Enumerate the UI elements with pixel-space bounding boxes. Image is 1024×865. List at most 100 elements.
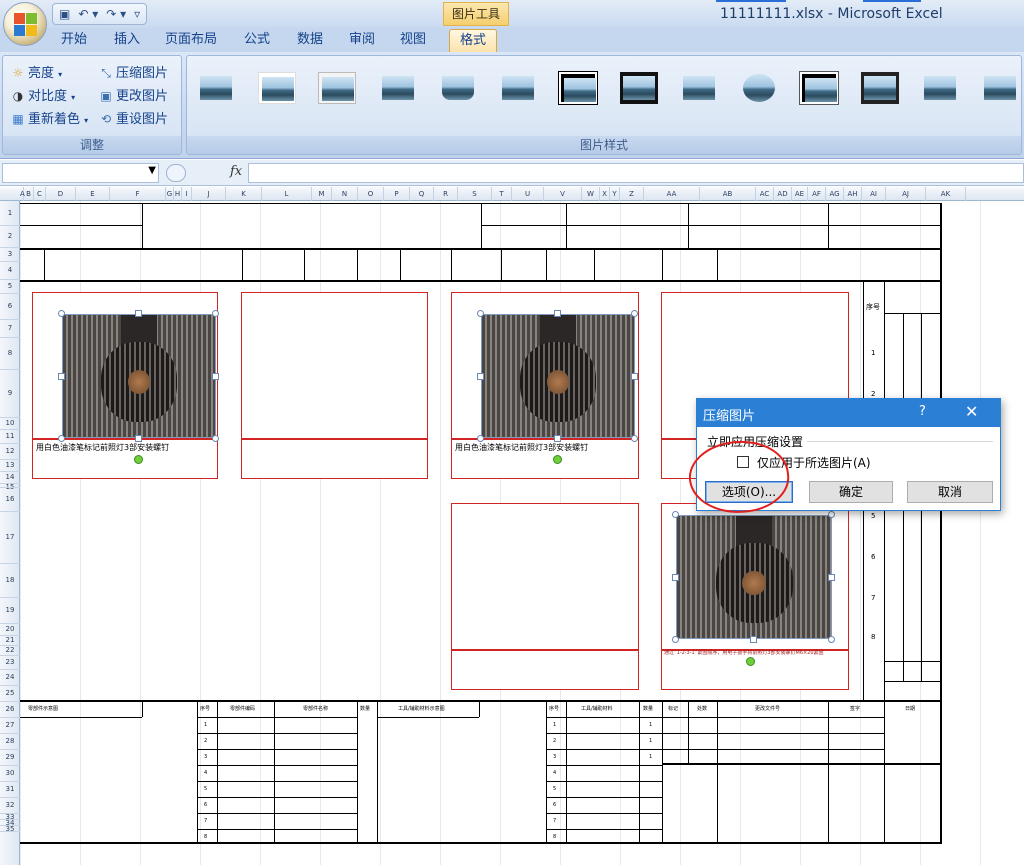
tab-format[interactable]: 格式 [449, 29, 498, 52]
picture-style-5[interactable] [439, 72, 477, 104]
change-picture-button[interactable]: ▣ 更改图片 [99, 85, 168, 104]
rotate-handle[interactable] [746, 657, 755, 666]
row-header[interactable]: 29 [0, 753, 20, 762]
column-header[interactable]: AH [844, 187, 862, 201]
customize-qat-icon[interactable]: ▿ [134, 7, 140, 21]
column-header[interactable]: AB [700, 187, 756, 201]
contrast-button[interactable]: ◑ 对比度 ▾ [11, 85, 75, 104]
picture-style-14[interactable] [981, 72, 1019, 104]
row-header[interactable]: 28 [0, 737, 20, 746]
column-header[interactable]: AJ [886, 187, 926, 201]
picture-style-7[interactable] [558, 71, 598, 105]
help-icon[interactable]: ? [919, 404, 926, 419]
row-header[interactable]: 11 [0, 432, 20, 441]
redo-icon[interactable]: ↷ ▾ [106, 7, 126, 21]
column-header[interactable]: P [384, 187, 410, 201]
row-header[interactable]: 25 [0, 689, 20, 698]
resize-handle[interactable] [828, 511, 835, 518]
row-header[interactable]: 17 [0, 533, 20, 542]
row-header[interactable]: 24 [0, 673, 20, 682]
column-header[interactable]: AG [826, 187, 844, 201]
row-header[interactable]: 6 [0, 302, 20, 311]
column-header[interactable]: V [544, 187, 582, 201]
row-header[interactable]: 21 [0, 636, 20, 645]
row-header[interactable]: 20 [0, 625, 20, 634]
row-header[interactable]: 23 [0, 658, 20, 667]
row-header[interactable]: 14 [0, 473, 20, 482]
ok-button[interactable]: 确定 [809, 481, 893, 503]
column-header[interactable]: AE [792, 187, 808, 201]
resize-handle[interactable] [672, 574, 679, 581]
row-header[interactable]: 7 [0, 324, 20, 333]
save-icon[interactable]: ▣ [59, 7, 70, 21]
resize-handle[interactable] [212, 373, 219, 380]
column-header[interactable]: L [262, 187, 312, 201]
cancel-button[interactable]: 取消 [907, 481, 993, 503]
compress-pictures-button[interactable]: ⤡ 压缩图片 [99, 62, 168, 81]
column-header[interactable]: AK [926, 187, 966, 201]
row-header[interactable]: 1 [0, 209, 20, 218]
resize-handle[interactable] [58, 435, 65, 442]
picture-style-11[interactable] [799, 71, 839, 105]
picture-style-3[interactable] [318, 72, 356, 104]
row-header[interactable]: 2 [0, 232, 20, 241]
engine-photo-2[interactable] [481, 314, 635, 438]
rotate-handle[interactable] [134, 455, 143, 464]
column-header[interactable]: S [458, 187, 492, 201]
column-header[interactable]: AC [756, 187, 774, 201]
picture-style-12[interactable] [861, 72, 899, 104]
picture-style-10[interactable] [740, 72, 778, 104]
column-header[interactable]: F [110, 187, 166, 201]
picture-style-13[interactable] [921, 72, 959, 104]
resize-handle[interactable] [828, 574, 835, 581]
row-header[interactable]: 16 [0, 495, 20, 504]
rotate-handle[interactable] [553, 455, 562, 464]
column-header[interactable]: R [434, 187, 458, 201]
resize-handle[interactable] [58, 373, 65, 380]
resize-handle[interactable] [750, 636, 757, 643]
column-header[interactable]: H [174, 187, 182, 201]
resize-handle[interactable] [212, 310, 219, 317]
row-header[interactable]: 31 [0, 785, 20, 794]
name-box[interactable]: ▼ [2, 163, 159, 183]
recolor-button[interactable]: ▦ 重新着色 ▾ [11, 108, 88, 127]
resize-handle[interactable] [477, 310, 484, 317]
column-header[interactable]: Q [410, 187, 434, 201]
tab-home[interactable]: 开始 [61, 28, 87, 52]
column-header[interactable]: X [600, 187, 610, 201]
resize-handle[interactable] [212, 435, 219, 442]
resize-handle[interactable] [672, 636, 679, 643]
column-header[interactable]: I [182, 187, 192, 201]
resize-handle[interactable] [631, 435, 638, 442]
column-header[interactable]: AD [774, 187, 792, 201]
column-header[interactable]: D [46, 187, 76, 201]
column-header[interactable]: E [76, 187, 110, 201]
picture-style-9[interactable] [680, 72, 718, 104]
row-header[interactable]: 30 [0, 769, 20, 778]
resize-handle[interactable] [135, 435, 142, 442]
resize-handle[interactable] [58, 310, 65, 317]
resize-handle[interactable] [477, 435, 484, 442]
picture-style-2[interactable] [258, 72, 296, 104]
brightness-button[interactable]: ☼ 亮度 ▾ [11, 62, 63, 81]
row-header[interactable]: 9 [0, 389, 20, 398]
close-icon[interactable]: ✕ [965, 402, 978, 421]
column-header[interactable]: M [312, 187, 332, 201]
resize-handle[interactable] [477, 373, 484, 380]
picture-style-1[interactable] [197, 72, 235, 104]
resize-handle[interactable] [554, 435, 561, 442]
column-header[interactable]: N [332, 187, 358, 201]
row-header[interactable]: 22 [0, 646, 20, 655]
tab-data[interactable]: 数据 [297, 28, 323, 52]
row-header[interactable]: 13 [0, 461, 20, 470]
picture-style-6[interactable] [499, 72, 537, 104]
resize-handle[interactable] [672, 511, 679, 518]
row-header[interactable]: 4 [0, 266, 20, 275]
reset-picture-button[interactable]: ⟲ 重设图片 [99, 108, 168, 127]
row-header[interactable]: 8 [0, 349, 20, 358]
column-header[interactable]: B [24, 187, 34, 201]
formula-bar-expand-icon[interactable] [166, 164, 186, 182]
row-header[interactable]: 19 [0, 606, 20, 615]
row-header[interactable]: 12 [0, 447, 20, 456]
column-header[interactable]: C [34, 187, 46, 201]
